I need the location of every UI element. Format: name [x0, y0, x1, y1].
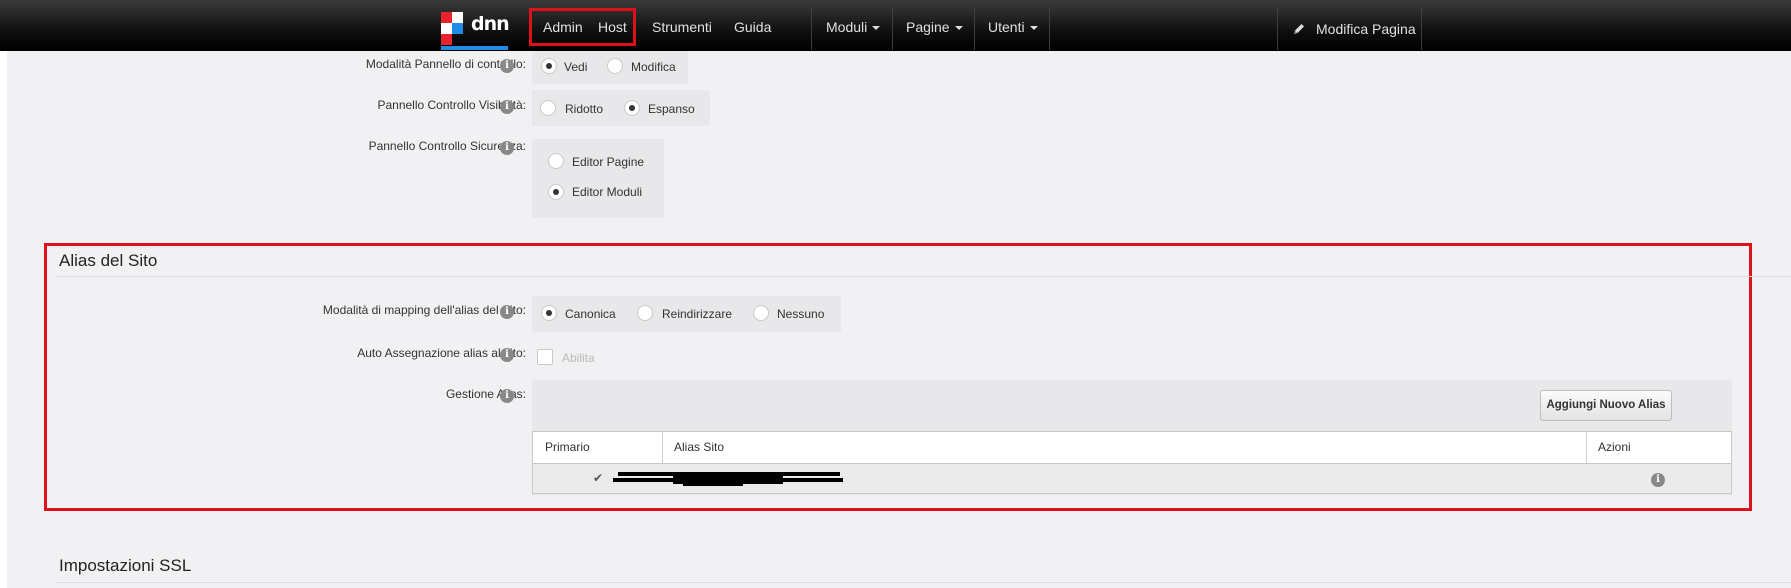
- info-icon[interactable]: i: [500, 141, 514, 155]
- radio-ridotto[interactable]: [540, 100, 556, 116]
- enable-auto-alias-label: Abilita: [562, 351, 595, 365]
- redacted-alias: [613, 478, 843, 482]
- redacted-alias: [683, 483, 743, 486]
- nav-item-admin[interactable]: Admin: [543, 0, 583, 50]
- radio-editor-pagine[interactable]: [548, 153, 564, 169]
- enable-auto-alias-checkbox[interactable]: [537, 349, 553, 365]
- nav-separator: [811, 6, 812, 50]
- column-header-actions[interactable]: Azioni: [1586, 432, 1631, 463]
- radio-editor-moduli[interactable]: [548, 184, 564, 200]
- radio-vedi[interactable]: [541, 58, 557, 74]
- nav-item-strumenti[interactable]: Strumenti: [652, 0, 712, 50]
- menu-moduli-label: Moduli: [826, 19, 868, 35]
- radio-ridotto-label: Ridotto: [565, 102, 604, 116]
- radio-editor-moduli-label: Editor Moduli: [572, 185, 643, 199]
- caret-down-icon: [872, 26, 881, 31]
- radio-nessuno[interactable]: [753, 305, 769, 321]
- nav-item-host[interactable]: Host: [598, 0, 627, 50]
- radio-canonica-label: Canonica: [565, 307, 616, 321]
- info-icon[interactable]: i: [500, 59, 514, 73]
- alias-mapping-label: Modalità di mapping dell'alias del Sito:: [322, 303, 526, 317]
- radio-espanso[interactable]: [624, 100, 640, 116]
- radio-reindirizzare[interactable]: [637, 305, 653, 321]
- menu-utenti-label: Utenti: [988, 19, 1025, 35]
- radio-vedi-label: Vedi: [564, 60, 588, 74]
- caret-down-icon: [954, 26, 963, 31]
- checkmark-icon: ✔: [593, 471, 604, 485]
- section-divider: [56, 582, 1791, 583]
- nav-separator: [1049, 6, 1050, 50]
- control-panel-mode-label: Modalità Pannello di controllo:: [365, 57, 526, 71]
- left-edge-strip: [0, 51, 7, 588]
- nav-item-guida[interactable]: Guida: [734, 0, 771, 50]
- top-navigation-bar: dnn Admin Host Strumenti Guida Moduli Pa…: [0, 0, 1791, 51]
- logo-text: dnn: [471, 13, 510, 35]
- add-new-alias-button[interactable]: Aggiungi Nuovo Alias: [1540, 390, 1672, 421]
- menu-pagine-label: Pagine: [906, 19, 950, 35]
- info-icon[interactable]: i: [1651, 473, 1665, 487]
- alias-table: Primario Alias Sito Azioni ✔ i: [532, 431, 1732, 494]
- menu-pagine[interactable]: Pagine: [906, 0, 963, 50]
- radio-modifica[interactable]: [607, 58, 623, 74]
- nav-separator: [974, 6, 975, 50]
- radio-nessuno-label: Nessuno: [777, 307, 825, 321]
- control-panel-security-options: [532, 139, 664, 218]
- info-icon[interactable]: i: [500, 389, 514, 403]
- menu-utenti[interactable]: Utenti: [988, 0, 1038, 50]
- radio-editor-pagine-label: Editor Pagine: [572, 155, 645, 169]
- pencil-icon: [1294, 24, 1304, 34]
- nav-separator: [892, 6, 893, 50]
- section-title-ssl-settings[interactable]: Impostazioni SSL: [59, 556, 191, 576]
- info-icon[interactable]: i: [500, 348, 514, 362]
- section-divider: [56, 276, 1791, 277]
- radio-espanso-label: Espanso: [648, 102, 695, 116]
- table-row[interactable]: ✔ i: [533, 463, 1731, 493]
- column-header-primary[interactable]: Primario: [533, 432, 590, 463]
- radio-modifica-label: Modifica: [631, 60, 676, 74]
- control-panel-visibility-label: Pannello Controllo Visibilità:: [377, 98, 526, 112]
- logo-active-underline: [441, 46, 508, 50]
- radio-canonica[interactable]: [541, 305, 557, 321]
- section-title-site-alias[interactable]: Alias del Sito: [59, 251, 157, 271]
- menu-moduli[interactable]: Moduli: [826, 0, 881, 50]
- caret-down-icon: [1029, 26, 1038, 31]
- auto-assign-alias-label: Auto Assegnazione alias al sito:: [357, 346, 526, 360]
- control-panel-security-label: Pannello Controllo Sicurezza:: [368, 139, 526, 153]
- info-icon[interactable]: i: [500, 305, 514, 319]
- info-icon[interactable]: i: [500, 100, 514, 114]
- edit-page-label: Modifica Pagina: [1316, 21, 1416, 37]
- edit-page-button[interactable]: Modifica Pagina: [1277, 6, 1422, 50]
- radio-reindirizzare-label: Reindirizzare: [662, 307, 733, 321]
- alias-management-label: Gestione Alias:: [445, 387, 526, 401]
- column-header-site-alias[interactable]: Alias Sito: [662, 432, 724, 463]
